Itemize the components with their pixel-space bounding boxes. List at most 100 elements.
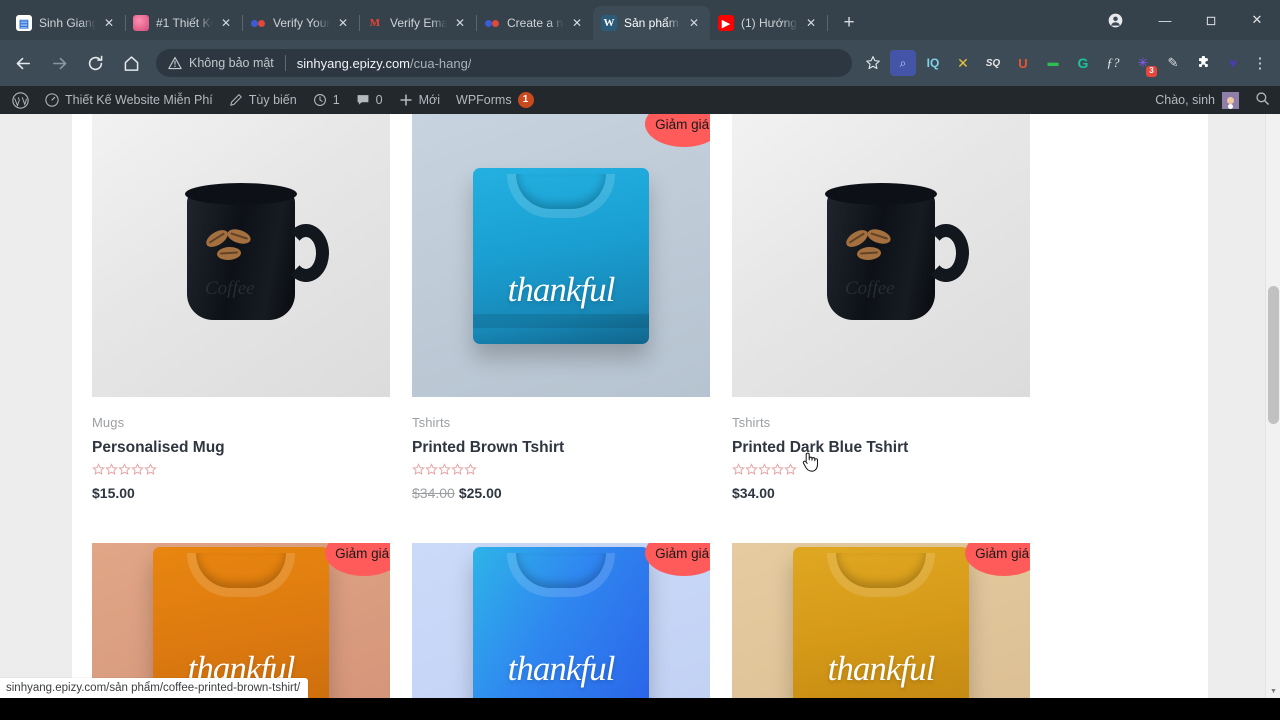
- address-bar[interactable]: Không bảo mật sinhyang.epizy.com/cua-han…: [156, 49, 852, 77]
- close-button[interactable]: ✕: [1234, 4, 1280, 36]
- vertical-scrollbar[interactable]: ▲ ▼: [1265, 86, 1280, 698]
- customize-button[interactable]: Tùy biến: [221, 86, 305, 114]
- tab-2[interactable]: Verify Your Email ✕: [242, 6, 360, 40]
- shirt-print-text: thankful: [827, 649, 936, 689]
- tab-6[interactable]: ▶ (1) Hướng dẫn W ✕: [710, 6, 828, 40]
- site-name-menu[interactable]: Thiết Kế Website Miễn Phí: [37, 86, 221, 114]
- tab-close-icon[interactable]: ✕: [101, 15, 117, 31]
- comments-button[interactable]: 0: [348, 86, 391, 114]
- product-price: $15.00: [92, 485, 394, 501]
- product-name[interactable]: Personalised Mug: [92, 439, 394, 457]
- wpforms-count-badge: 1: [517, 92, 534, 108]
- iq-extension-icon[interactable]: IQ: [920, 50, 946, 76]
- product-image-cyan-tshirt[interactable]: thankful Giảm giá!: [412, 114, 710, 397]
- function-extension-icon[interactable]: ƒ?: [1100, 50, 1126, 76]
- tab-strip: ▤ Sinh Giang Chann ✕ #1 Thiết Kế Webs ✕ …: [0, 0, 1280, 40]
- page-viewport: Thiết Kế Website Miễn Phí Tùy biến 1 0 M…: [0, 86, 1280, 698]
- product-price: $34.00 $25.00: [412, 485, 714, 501]
- back-button[interactable]: [8, 48, 38, 78]
- green-extension-icon[interactable]: ▬: [1040, 50, 1066, 76]
- product-card[interactable]: Coffee Mugs Personalised Mug $15.00: [92, 114, 394, 501]
- product-name[interactable]: Printed Dark Blue Tshirt: [732, 439, 1034, 457]
- search-icon[interactable]: [1247, 91, 1280, 109]
- product-name[interactable]: Printed Brown Tshirt: [412, 439, 714, 457]
- tab-1[interactable]: #1 Thiết Kế Webs ✕: [125, 6, 243, 40]
- product-image-blue-tshirt[interactable]: thankful Giảm giá!: [412, 543, 710, 698]
- product-card[interactable]: Coffee Tshirts Printed Dark Blue Tshirt: [732, 114, 1034, 501]
- product-card[interactable]: thankful Giảm giá!: [732, 543, 1034, 698]
- pencil-icon: [229, 93, 243, 107]
- tab-4[interactable]: Create a new Hos ✕: [476, 6, 593, 40]
- site-name-label: Thiết Kế Website Miễn Phí: [65, 93, 213, 107]
- colored-cross-extension-icon[interactable]: ✕: [950, 50, 976, 76]
- not-secure-label: Không bảo mật: [189, 56, 274, 70]
- updates-button[interactable]: 1: [305, 86, 348, 114]
- pen-extension-icon[interactable]: ✎: [1160, 50, 1186, 76]
- status-bar-link: sinhyang.epizy.com/sản phẩm/coffee-print…: [0, 678, 309, 698]
- url-text: sinhyang.epizy.com/cua-hang/: [297, 56, 472, 71]
- tab-3[interactable]: M Verify Email Addr ✕: [359, 6, 477, 40]
- u-extension-icon[interactable]: U: [1010, 50, 1036, 76]
- bookmark-star-icon[interactable]: [860, 50, 886, 76]
- product-rating-stars: [412, 463, 714, 476]
- tab-title: Create a new Hos: [507, 16, 565, 30]
- product-image-orange-tshirt[interactable]: thankful Giảm giá!: [92, 543, 390, 698]
- minimize-button[interactable]: —: [1142, 4, 1188, 36]
- grammarly-extension-icon[interactable]: G: [1070, 50, 1096, 76]
- product-category[interactable]: Tshirts: [732, 415, 1034, 430]
- heart-extension-icon[interactable]: ♥: [1220, 50, 1246, 76]
- colored-rings-icon: [250, 15, 266, 31]
- avatar: [1222, 91, 1239, 109]
- scroll-down-arrow-icon[interactable]: ▼: [1266, 684, 1280, 698]
- product-image-yellow-tshirt[interactable]: thankful Giảm giá!: [732, 543, 1030, 698]
- maximize-button[interactable]: [1188, 4, 1234, 36]
- wordpress-admin-bar: Thiết Kế Website Miễn Phí Tùy biến 1 0 M…: [0, 86, 1280, 114]
- tab-close-icon[interactable]: ✕: [569, 15, 585, 31]
- product-image-black-mug-red[interactable]: Coffee: [732, 114, 1030, 397]
- product-category[interactable]: Mugs: [92, 415, 394, 430]
- scrollbar-thumb[interactable]: [1268, 286, 1279, 424]
- document-blue-icon: ▤: [16, 15, 32, 31]
- new-content-button[interactable]: Mới: [391, 86, 448, 114]
- shirt-print-text: thankful: [507, 269, 616, 309]
- product-row-2: thankful Giảm giá! thankful Giảm giá! th…: [92, 543, 1036, 698]
- forward-button[interactable]: [44, 48, 74, 78]
- tab-0[interactable]: ▤ Sinh Giang Chann ✕: [8, 6, 126, 40]
- tab-close-icon[interactable]: ✕: [218, 15, 234, 31]
- product-card[interactable]: thankful Giảm giá!: [92, 543, 394, 698]
- wp-logo-button[interactable]: [4, 86, 37, 114]
- account-menu[interactable]: Chào, sinh: [1147, 86, 1247, 114]
- gmail-icon: M: [369, 17, 381, 29]
- tab-close-icon[interactable]: ✕: [686, 15, 702, 31]
- product-card[interactable]: thankful Giảm giá!: [412, 543, 714, 698]
- window-controls: — ✕: [1100, 0, 1280, 40]
- profile-avatar-icon[interactable]: [1100, 7, 1130, 33]
- purple-star-extension-icon[interactable]: ✳ 3: [1130, 50, 1157, 77]
- home-button[interactable]: [116, 48, 146, 78]
- product-category[interactable]: Tshirts: [412, 415, 714, 430]
- product-card[interactable]: thankful Giảm giá! Tshirts Printed Brown…: [412, 114, 714, 501]
- wordpress-logo-icon: [12, 91, 29, 109]
- omnibox-divider: [284, 55, 286, 71]
- search-extension-icon[interactable]: ⌕: [890, 50, 916, 76]
- youtube-icon: ▶: [718, 15, 734, 31]
- seo-extension-icon[interactable]: SQ: [980, 50, 1006, 76]
- reload-button[interactable]: [80, 48, 110, 78]
- shop-product-grid: Coffee Mugs Personalised Mug $15.00 than…: [92, 114, 1036, 698]
- comment-bubble-icon: [356, 93, 370, 107]
- product-image-black-mug-yellow[interactable]: Coffee: [92, 114, 390, 397]
- tab-title: #1 Thiết Kế Webs: [156, 16, 214, 30]
- browser-menu-button[interactable]: ⋮: [1248, 50, 1272, 76]
- tab-5-active[interactable]: W Sản phẩm – Thiết ✕: [593, 6, 710, 40]
- window-bottom-edge: [0, 698, 1280, 720]
- puzzle-extensions-icon[interactable]: [1190, 50, 1216, 76]
- product-price-current: $34.00: [732, 485, 775, 501]
- tab-close-icon[interactable]: ✕: [335, 15, 351, 31]
- tab-close-icon[interactable]: ✕: [803, 15, 819, 31]
- wpforms-menu[interactable]: WPForms 1: [448, 86, 542, 114]
- tab-close-icon[interactable]: ✕: [452, 15, 468, 31]
- new-tab-button[interactable]: +: [835, 9, 863, 37]
- tab-title: Verify Your Email: [273, 16, 331, 30]
- tab-separator: [827, 15, 828, 31]
- pink-circle-icon: [133, 15, 149, 31]
